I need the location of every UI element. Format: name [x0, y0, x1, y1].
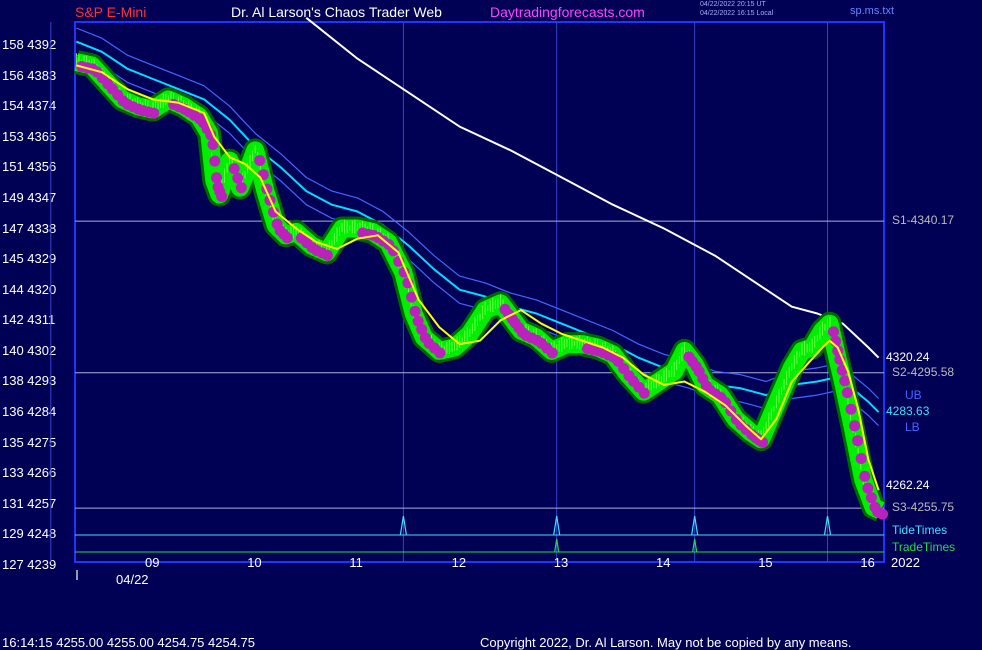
date-label: 04/22 [116, 572, 149, 587]
lb-label: LB [905, 420, 920, 435]
s1-label: S1-4340.17 [892, 213, 955, 228]
trade-times-label: TradeTimes [892, 540, 956, 554]
x-tick-label: 14 [656, 555, 671, 570]
volume-dot [235, 182, 247, 194]
ub-label: UB [905, 388, 922, 403]
volume-dot [434, 347, 446, 359]
volume-dot [855, 453, 867, 465]
volume-dot [859, 470, 871, 482]
volume-dot [232, 172, 244, 184]
volume-dot [257, 169, 269, 181]
cyan-average-line [75, 40, 880, 413]
x-tick-label: 09 [145, 555, 160, 570]
copyright-notice: Copyright 2022, Dr. Al Larson. May not b… [480, 635, 852, 650]
s3-label: S3-4255.75 [892, 500, 955, 515]
price-chart[interactable] [0, 0, 982, 650]
x-tick-label: 11 [349, 555, 363, 570]
volume-dot [849, 420, 861, 432]
x-tick-label: 16 [860, 555, 875, 570]
volume-dot [211, 172, 223, 184]
long-ma-value: 4320.24 [886, 349, 930, 364]
x-tick-label: 13 [553, 555, 569, 570]
volume-dot [827, 326, 839, 338]
volume-dot [865, 492, 877, 504]
volume-dot [228, 163, 240, 175]
volume-dot [281, 232, 293, 244]
volume-dot [148, 107, 160, 119]
tide-times-label: TideTimes [892, 523, 948, 537]
volume-dot [209, 155, 221, 167]
volume-dot [852, 435, 864, 447]
volume-dot [862, 482, 874, 494]
long-average-line [305, 17, 880, 359]
volume-dot [216, 191, 228, 203]
quote-readout: 16:14:15 4255.00 4255.00 4254.75 4254.75 [2, 635, 256, 650]
volume-dot [321, 249, 333, 261]
volume-dot [841, 387, 853, 399]
s2-label: S2-4295.58 [892, 364, 955, 379]
x-tick-label: 10 [247, 555, 262, 570]
x-tick-label: 15 [758, 555, 773, 570]
volume-dot [877, 508, 889, 520]
cyan-ma-value: 4283.63 [886, 404, 930, 419]
volume-dot [845, 403, 857, 415]
volume-dot [254, 154, 266, 166]
year-label: 2022 [891, 555, 920, 570]
mid-line-value: 4262.24 [886, 478, 930, 492]
volume-dot [409, 305, 421, 317]
volume-dot [638, 387, 650, 399]
x-tick-label: 12 [451, 555, 467, 570]
volume-dot [546, 347, 558, 359]
